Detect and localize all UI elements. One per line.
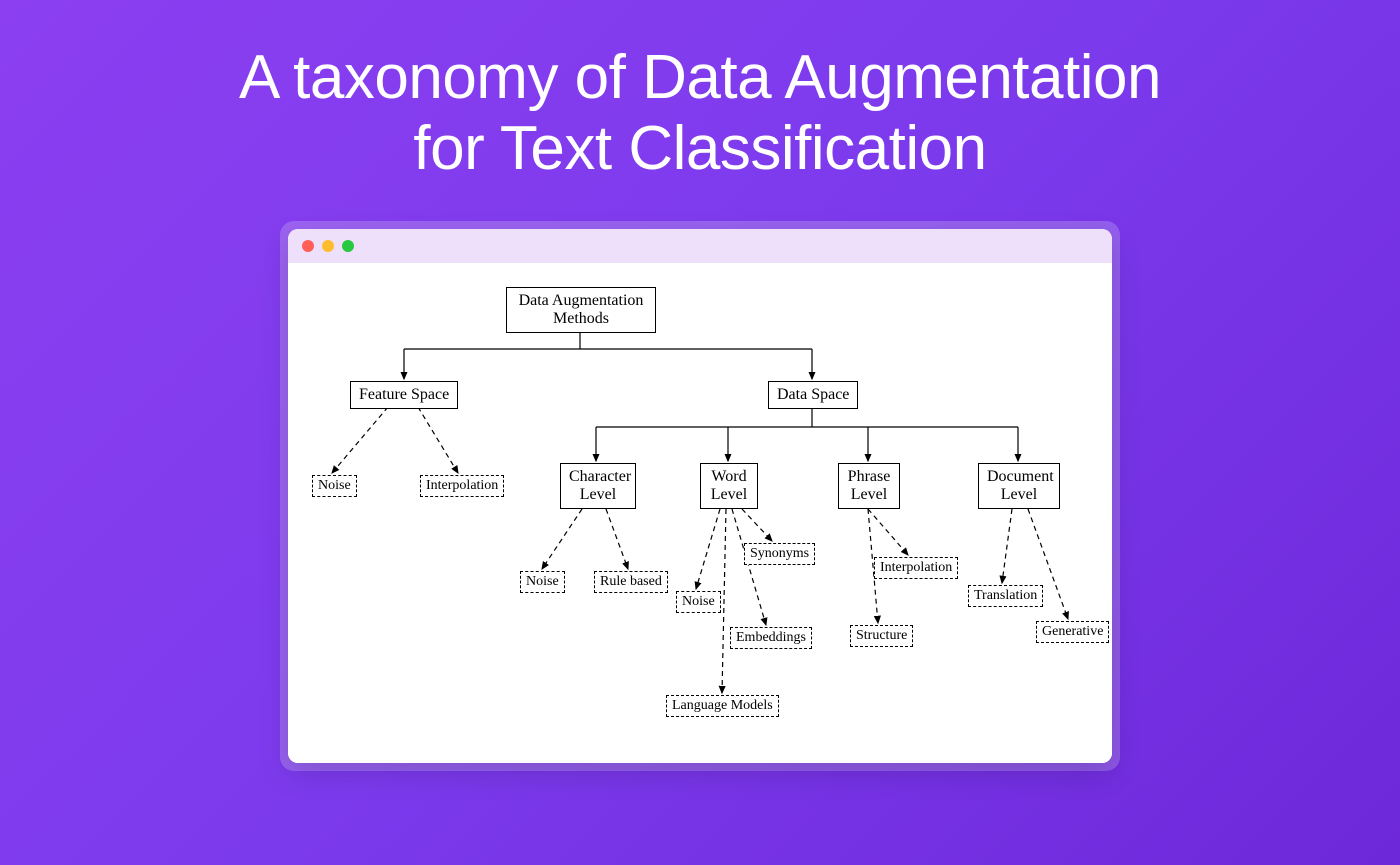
leaf-label: Generative (1042, 624, 1103, 639)
leaf-label: Interpolation (426, 478, 498, 493)
leaf-wl-embeddings: Embeddings (730, 627, 812, 649)
leaf-dl-translation: Translation (968, 585, 1043, 607)
node-label: Data Space (777, 386, 849, 403)
leaf-wl-synonyms: Synonyms (744, 543, 815, 565)
leaf-fs-interpolation: Interpolation (420, 475, 504, 497)
window-frame: Data AugmentationMethods Feature Space D… (280, 221, 1120, 771)
node-document-level: DocumentLevel (978, 463, 1060, 510)
leaf-wl-language-models: Language Models (666, 695, 779, 717)
close-icon[interactable] (302, 240, 314, 252)
node-label: WordLevel (711, 468, 747, 503)
leaf-label: Language Models (672, 698, 773, 713)
title-line-1: A taxonomy of Data Augmentation (239, 43, 1161, 112)
node-data-space: Data Space (768, 381, 858, 409)
node-label: Feature Space (359, 386, 449, 403)
node-label: DocumentLevel (987, 468, 1054, 503)
leaf-label: Structure (856, 628, 907, 643)
node-phrase-level: PhraseLevel (838, 463, 900, 510)
leaf-label: Translation (974, 588, 1037, 603)
leaf-label: Noise (682, 594, 715, 609)
minimize-icon[interactable] (322, 240, 334, 252)
title-line-2: for Text Classification (413, 114, 986, 183)
window: Data AugmentationMethods Feature Space D… (288, 229, 1112, 763)
node-label: CharacterLevel (569, 468, 631, 503)
diagram-edges (288, 263, 1112, 763)
leaf-wl-noise: Noise (676, 591, 721, 613)
leaf-label: Noise (526, 574, 559, 589)
page-title: A taxonomy of Data Augmentation for Text… (0, 0, 1400, 185)
node-word-level: WordLevel (700, 463, 758, 510)
node-feature-space: Feature Space (350, 381, 458, 409)
node-root-label: Data AugmentationMethods (519, 292, 644, 327)
leaf-label: Embeddings (736, 630, 806, 645)
leaf-cl-noise: Noise (520, 571, 565, 593)
node-character-level: CharacterLevel (560, 463, 636, 510)
leaf-dl-generative: Generative (1036, 621, 1109, 643)
node-root: Data AugmentationMethods (506, 287, 656, 334)
window-titlebar (288, 229, 1112, 263)
leaf-fs-noise: Noise (312, 475, 357, 497)
leaf-pl-interpolation: Interpolation (874, 557, 958, 579)
leaf-cl-rule-based: Rule based (594, 571, 668, 593)
leaf-pl-structure: Structure (850, 625, 913, 647)
leaf-label: Noise (318, 478, 351, 493)
diagram-canvas: Data AugmentationMethods Feature Space D… (288, 263, 1112, 763)
leaf-label: Interpolation (880, 560, 952, 575)
leaf-label: Rule based (600, 574, 662, 589)
leaf-label: Synonyms (750, 546, 809, 561)
node-label: PhraseLevel (848, 468, 891, 503)
maximize-icon[interactable] (342, 240, 354, 252)
